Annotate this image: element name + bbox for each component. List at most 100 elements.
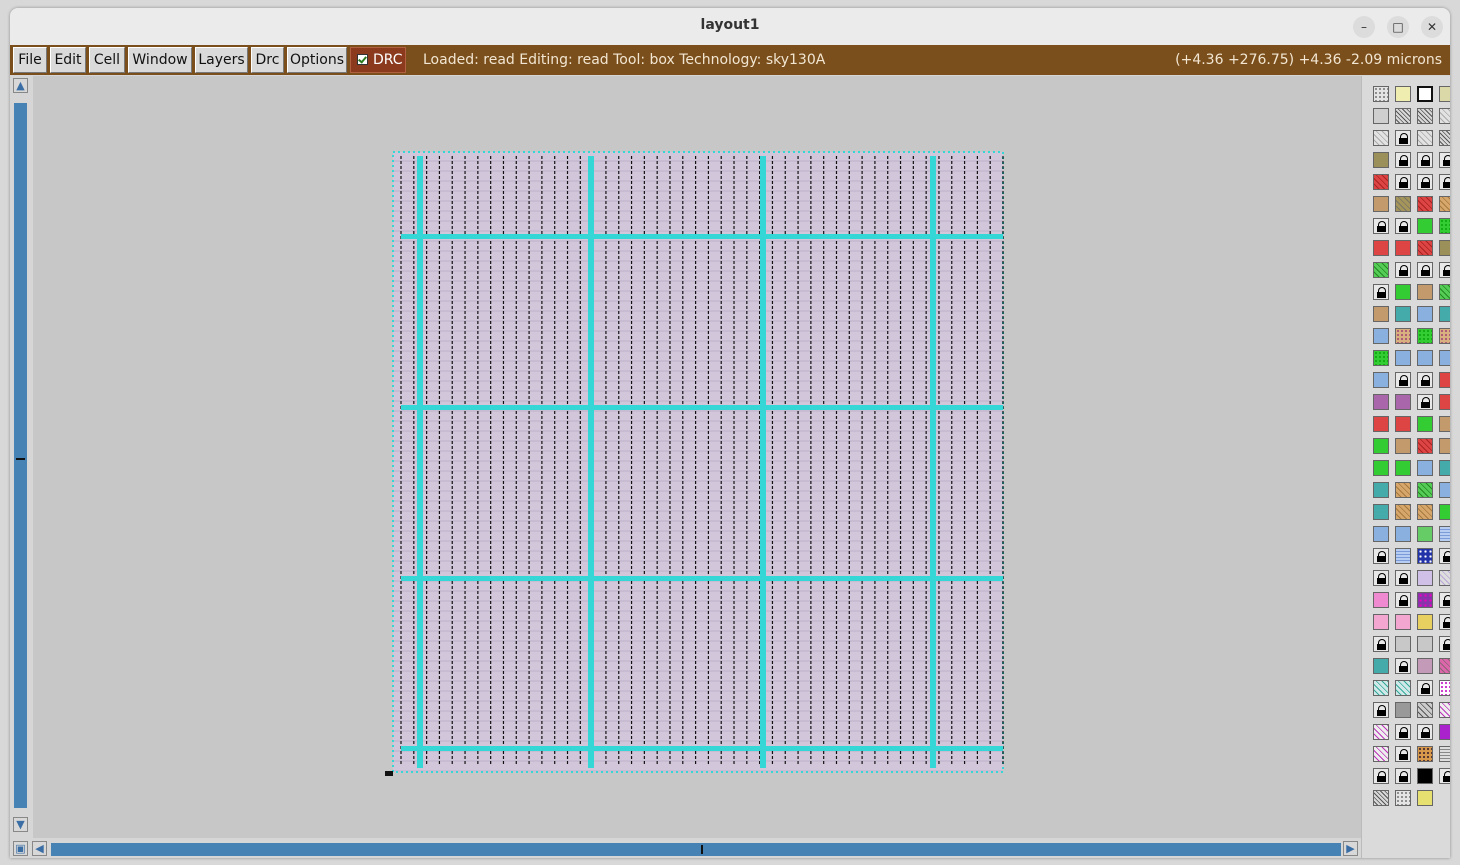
lock-icon[interactable] <box>1395 130 1411 146</box>
layer-swatch-red[interactable] <box>1373 240 1389 256</box>
layout-canvas[interactable] <box>33 76 1361 838</box>
layer-swatch-blue-wave[interactable] <box>1439 526 1450 542</box>
layer-swatch-gray[interactable] <box>1373 108 1389 124</box>
layer-swatch-red-hatch[interactable] <box>1417 438 1433 454</box>
layer-swatch-red[interactable] <box>1373 416 1389 432</box>
lock-icon[interactable] <box>1373 768 1389 784</box>
layer-swatch-green[interactable] <box>1373 438 1389 454</box>
lock-icon[interactable] <box>1373 636 1389 652</box>
lock-icon[interactable] <box>1439 174 1450 190</box>
lock-icon[interactable] <box>1395 372 1411 388</box>
layer-swatch-magenta-hatch[interactable] <box>1373 724 1389 740</box>
layer-swatch-pink[interactable] <box>1373 592 1389 608</box>
vertical-scroll-thumb[interactable] <box>16 458 25 460</box>
layer-swatch-pale-olive[interactable] <box>1439 86 1450 102</box>
lock-icon[interactable] <box>1395 218 1411 234</box>
scroll-down-button[interactable]: ▼ <box>13 817 28 832</box>
layer-swatch-tan-hatch[interactable] <box>1395 504 1411 520</box>
lock-icon[interactable] <box>1439 636 1450 652</box>
lock-icon[interactable] <box>1417 724 1433 740</box>
layer-swatch-magenta-dots[interactable] <box>1439 680 1450 696</box>
layer-swatch-tan-hatch[interactable] <box>1395 482 1411 498</box>
menu-cell[interactable]: Cell <box>89 47 125 73</box>
menu-options[interactable]: Options <box>287 47 347 73</box>
layer-swatch-gray-hatch[interactable] <box>1417 702 1433 718</box>
layer-swatch-hatch[interactable] <box>1395 108 1411 124</box>
layer-swatch-olive-hatch[interactable] <box>1395 196 1411 212</box>
lock-icon[interactable] <box>1373 284 1389 300</box>
lock-icon[interactable] <box>1395 724 1411 740</box>
layer-swatch-gray-x[interactable] <box>1395 636 1411 652</box>
horizontal-scroll-thumb[interactable] <box>701 845 703 854</box>
layer-swatch-hatch-light[interactable] <box>1439 108 1450 124</box>
layer-swatch-purple-x[interactable] <box>1395 394 1411 410</box>
layer-swatch-blue-x[interactable] <box>1439 482 1450 498</box>
layer-swatch-magenta-hatch[interactable] <box>1373 746 1389 762</box>
layer-swatch-blue-x[interactable] <box>1417 306 1433 322</box>
layer-swatch-green-hatch[interactable] <box>1373 262 1389 278</box>
layer-swatch-gray-wave[interactable] <box>1439 746 1450 762</box>
layer-swatch-dots-gray[interactable] <box>1373 86 1389 102</box>
layer-swatch-dots-gray[interactable] <box>1395 790 1411 806</box>
layer-swatch-teal-x[interactable] <box>1439 460 1450 476</box>
layer-swatch-tan[interactable] <box>1395 438 1411 454</box>
lock-icon[interactable] <box>1417 174 1433 190</box>
layer-swatch-blue-wave[interactable] <box>1395 548 1411 564</box>
layer-swatch-hatch[interactable] <box>1439 130 1450 146</box>
layer-swatch-outline-box[interactable] <box>1417 86 1433 102</box>
layer-swatch-green-dots[interactable] <box>1417 328 1433 344</box>
layer-swatch-lavender[interactable] <box>1417 570 1433 586</box>
lock-icon[interactable] <box>1395 262 1411 278</box>
layer-swatch-red-hatch[interactable] <box>1417 196 1433 212</box>
layer-swatch-hatch[interactable] <box>1373 790 1389 806</box>
zoom-box-button[interactable]: ▣ <box>13 841 28 856</box>
layer-swatch-blue-x[interactable] <box>1373 328 1389 344</box>
layer-swatch-red-hatch[interactable] <box>1373 174 1389 190</box>
lock-icon[interactable] <box>1439 614 1450 630</box>
layer-swatch-red[interactable] <box>1395 416 1411 432</box>
layer-swatch-blue-x[interactable] <box>1417 460 1433 476</box>
drc-checkbox[interactable] <box>357 54 368 65</box>
layer-swatch-teal-hatch[interactable] <box>1395 680 1411 696</box>
layer-swatch-orange-pattern[interactable] <box>1417 746 1433 762</box>
layer-swatch-blue-x[interactable] <box>1439 350 1450 366</box>
layer-swatch-blue-x[interactable] <box>1395 526 1411 542</box>
lock-icon[interactable] <box>1373 218 1389 234</box>
layer-swatch-mauve-hatch[interactable] <box>1439 658 1450 674</box>
layer-swatch-green[interactable] <box>1395 460 1411 476</box>
scroll-up-button[interactable]: ▲ <box>13 78 28 93</box>
lock-icon[interactable] <box>1395 152 1411 168</box>
layout-drawing[interactable] <box>33 76 1361 838</box>
lock-icon[interactable] <box>1417 152 1433 168</box>
layer-swatch-red[interactable] <box>1439 372 1450 388</box>
menu-file[interactable]: File <box>13 47 47 73</box>
layer-swatch-tan-dots[interactable] <box>1395 328 1411 344</box>
layer-swatch-green-dots[interactable] <box>1373 350 1389 366</box>
layer-swatch-magenta-hatch[interactable] <box>1439 702 1450 718</box>
layer-swatch-red[interactable] <box>1395 240 1411 256</box>
layer-swatch-green[interactable] <box>1373 460 1389 476</box>
layer-swatch-olive[interactable] <box>1439 240 1450 256</box>
vertical-scrollbar[interactable]: ▲ ▼ <box>10 76 32 838</box>
layer-swatch-teal-x[interactable] <box>1439 306 1450 322</box>
layer-swatch-green-hatch[interactable] <box>1439 284 1450 300</box>
layer-swatch-yellow-x[interactable] <box>1417 614 1433 630</box>
layer-swatch-tan[interactable] <box>1417 284 1433 300</box>
lock-icon[interactable] <box>1417 372 1433 388</box>
layer-swatch-red[interactable] <box>1439 394 1450 410</box>
layer-swatch-gray-solid[interactable] <box>1395 702 1411 718</box>
lock-icon[interactable] <box>1395 570 1411 586</box>
lock-icon[interactable] <box>1439 548 1450 564</box>
layer-swatch-teal-x[interactable] <box>1373 482 1389 498</box>
lock-icon[interactable] <box>1417 394 1433 410</box>
vertical-scroll-track[interactable] <box>14 103 27 808</box>
layer-swatch-blue-x[interactable] <box>1373 372 1389 388</box>
horizontal-scrollbar[interactable]: ▣ ◀ ▶ <box>10 838 1360 858</box>
layer-swatch-gray-x[interactable] <box>1417 636 1433 652</box>
lock-icon[interactable] <box>1395 768 1411 784</box>
lock-icon[interactable] <box>1439 768 1450 784</box>
lock-icon[interactable] <box>1395 746 1411 762</box>
layer-swatch-green[interactable] <box>1417 218 1433 234</box>
layer-swatch-pink-x[interactable] <box>1373 614 1389 630</box>
layer-swatch-green[interactable] <box>1417 416 1433 432</box>
